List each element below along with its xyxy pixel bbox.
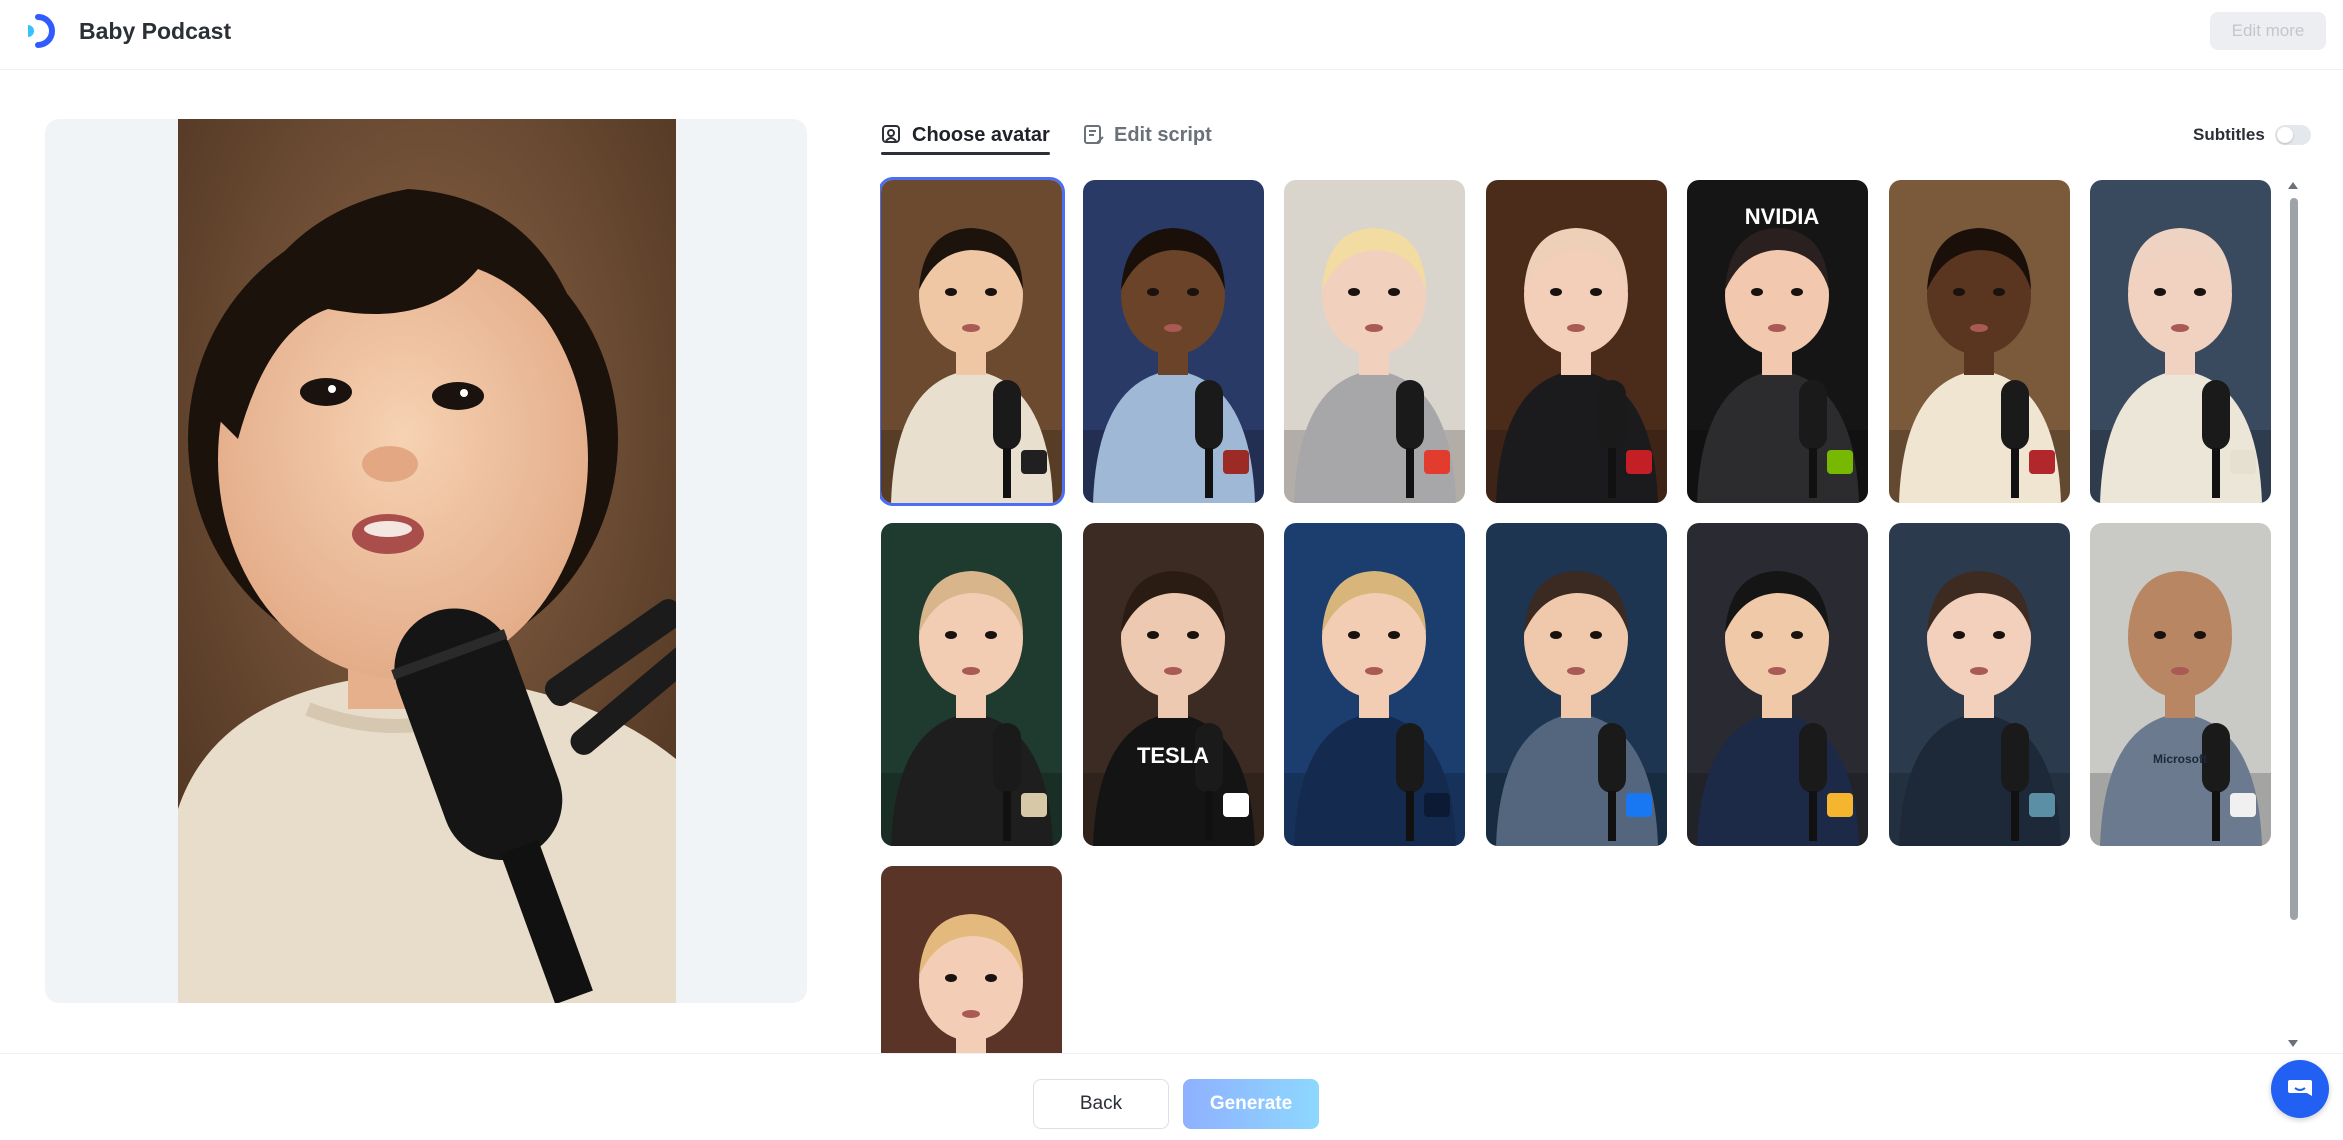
brand-logo-icon[interactable] (24, 11, 64, 51)
avatar-thumbnail (1485, 523, 1667, 846)
avatar-option[interactable] (1082, 180, 1264, 503)
bottom-bar (0, 1053, 2343, 1140)
avatar-option[interactable] (881, 523, 1062, 846)
avatar-option[interactable] (881, 180, 1062, 503)
avatar-option[interactable]: TESLA (1082, 523, 1264, 846)
edit-more-button[interactable]: Edit more (2210, 12, 2326, 50)
avatar-thumbnail: TESLA (1082, 523, 1264, 846)
avatar-preview-image (178, 119, 676, 1003)
avatar-grid: NVIDIA TESLA Microsoft (880, 176, 2272, 1053)
back-button[interactable]: Back (1033, 1079, 1169, 1129)
avatar-thumbnail (881, 523, 1062, 846)
avatar-option[interactable] (1284, 523, 1465, 846)
avatar-thumbnail (881, 866, 1062, 1053)
generate-button[interactable]: Generate (1183, 1079, 1319, 1129)
avatar-option[interactable] (1888, 523, 2070, 846)
tab-edit-script[interactable]: Edit script (1083, 116, 1212, 154)
subtitles-toggle[interactable] (2274, 125, 2311, 145)
avatar-option[interactable] (1687, 523, 1868, 846)
avatar-brand-text: TESLA (1136, 743, 1208, 768)
app-title: Baby Podcast (79, 18, 232, 44)
avatar-option[interactable] (1888, 180, 2070, 503)
tab-edit-script-label: Edit script (1114, 123, 1212, 146)
avatar-thumbnail: Microsoft (2090, 523, 2271, 846)
avatar-thumbnail (1888, 523, 2070, 846)
avatar-option[interactable] (881, 866, 1062, 1053)
tab-choose-avatar-label: Choose avatar (912, 123, 1050, 146)
grid-scrollbar-thumb[interactable] (2290, 198, 2298, 920)
avatar-option[interactable] (1485, 523, 1667, 846)
avatar-thumbnail (1888, 180, 2070, 503)
tab-choose-avatar[interactable]: Choose avatar (881, 116, 1050, 155)
subtitles-toggle-group: Subtitles (2193, 125, 2311, 145)
avatar-thumbnail (1485, 180, 1667, 503)
chat-support-icon[interactable] (2271, 1060, 2329, 1118)
avatar-thumbnail (881, 180, 1062, 503)
avatar-thumbnail (1687, 523, 1868, 846)
avatar-thumbnail (1284, 180, 1465, 503)
avatar-thumbnail (2090, 180, 2271, 503)
avatar-option[interactable]: NVIDIA (1687, 180, 1868, 503)
avatar-brand-text: NVIDIA (1745, 204, 1820, 229)
avatar-thumbnail (1082, 180, 1264, 503)
subtitles-label: Subtitles (2193, 125, 2265, 144)
top-bar: Baby Podcast Edit more (0, 0, 2343, 70)
script-edit-icon (1084, 125, 1104, 144)
avatar-preview-panel (45, 119, 807, 1003)
scroll-up-arrow-icon[interactable] (2288, 182, 2298, 189)
avatar-option[interactable] (1485, 180, 1667, 503)
avatar-option[interactable]: Microsoft (2090, 523, 2271, 846)
avatar-thumbnail: NVIDIA (1687, 180, 1868, 503)
avatar-option[interactable] (1284, 180, 1465, 503)
avatar-select-icon (882, 125, 900, 143)
avatar-brand-text: Microsoft (2153, 752, 2207, 766)
scroll-down-arrow-icon[interactable] (2288, 1040, 2298, 1047)
avatar-option[interactable] (2090, 180, 2271, 503)
avatar-thumbnail (1284, 523, 1465, 846)
